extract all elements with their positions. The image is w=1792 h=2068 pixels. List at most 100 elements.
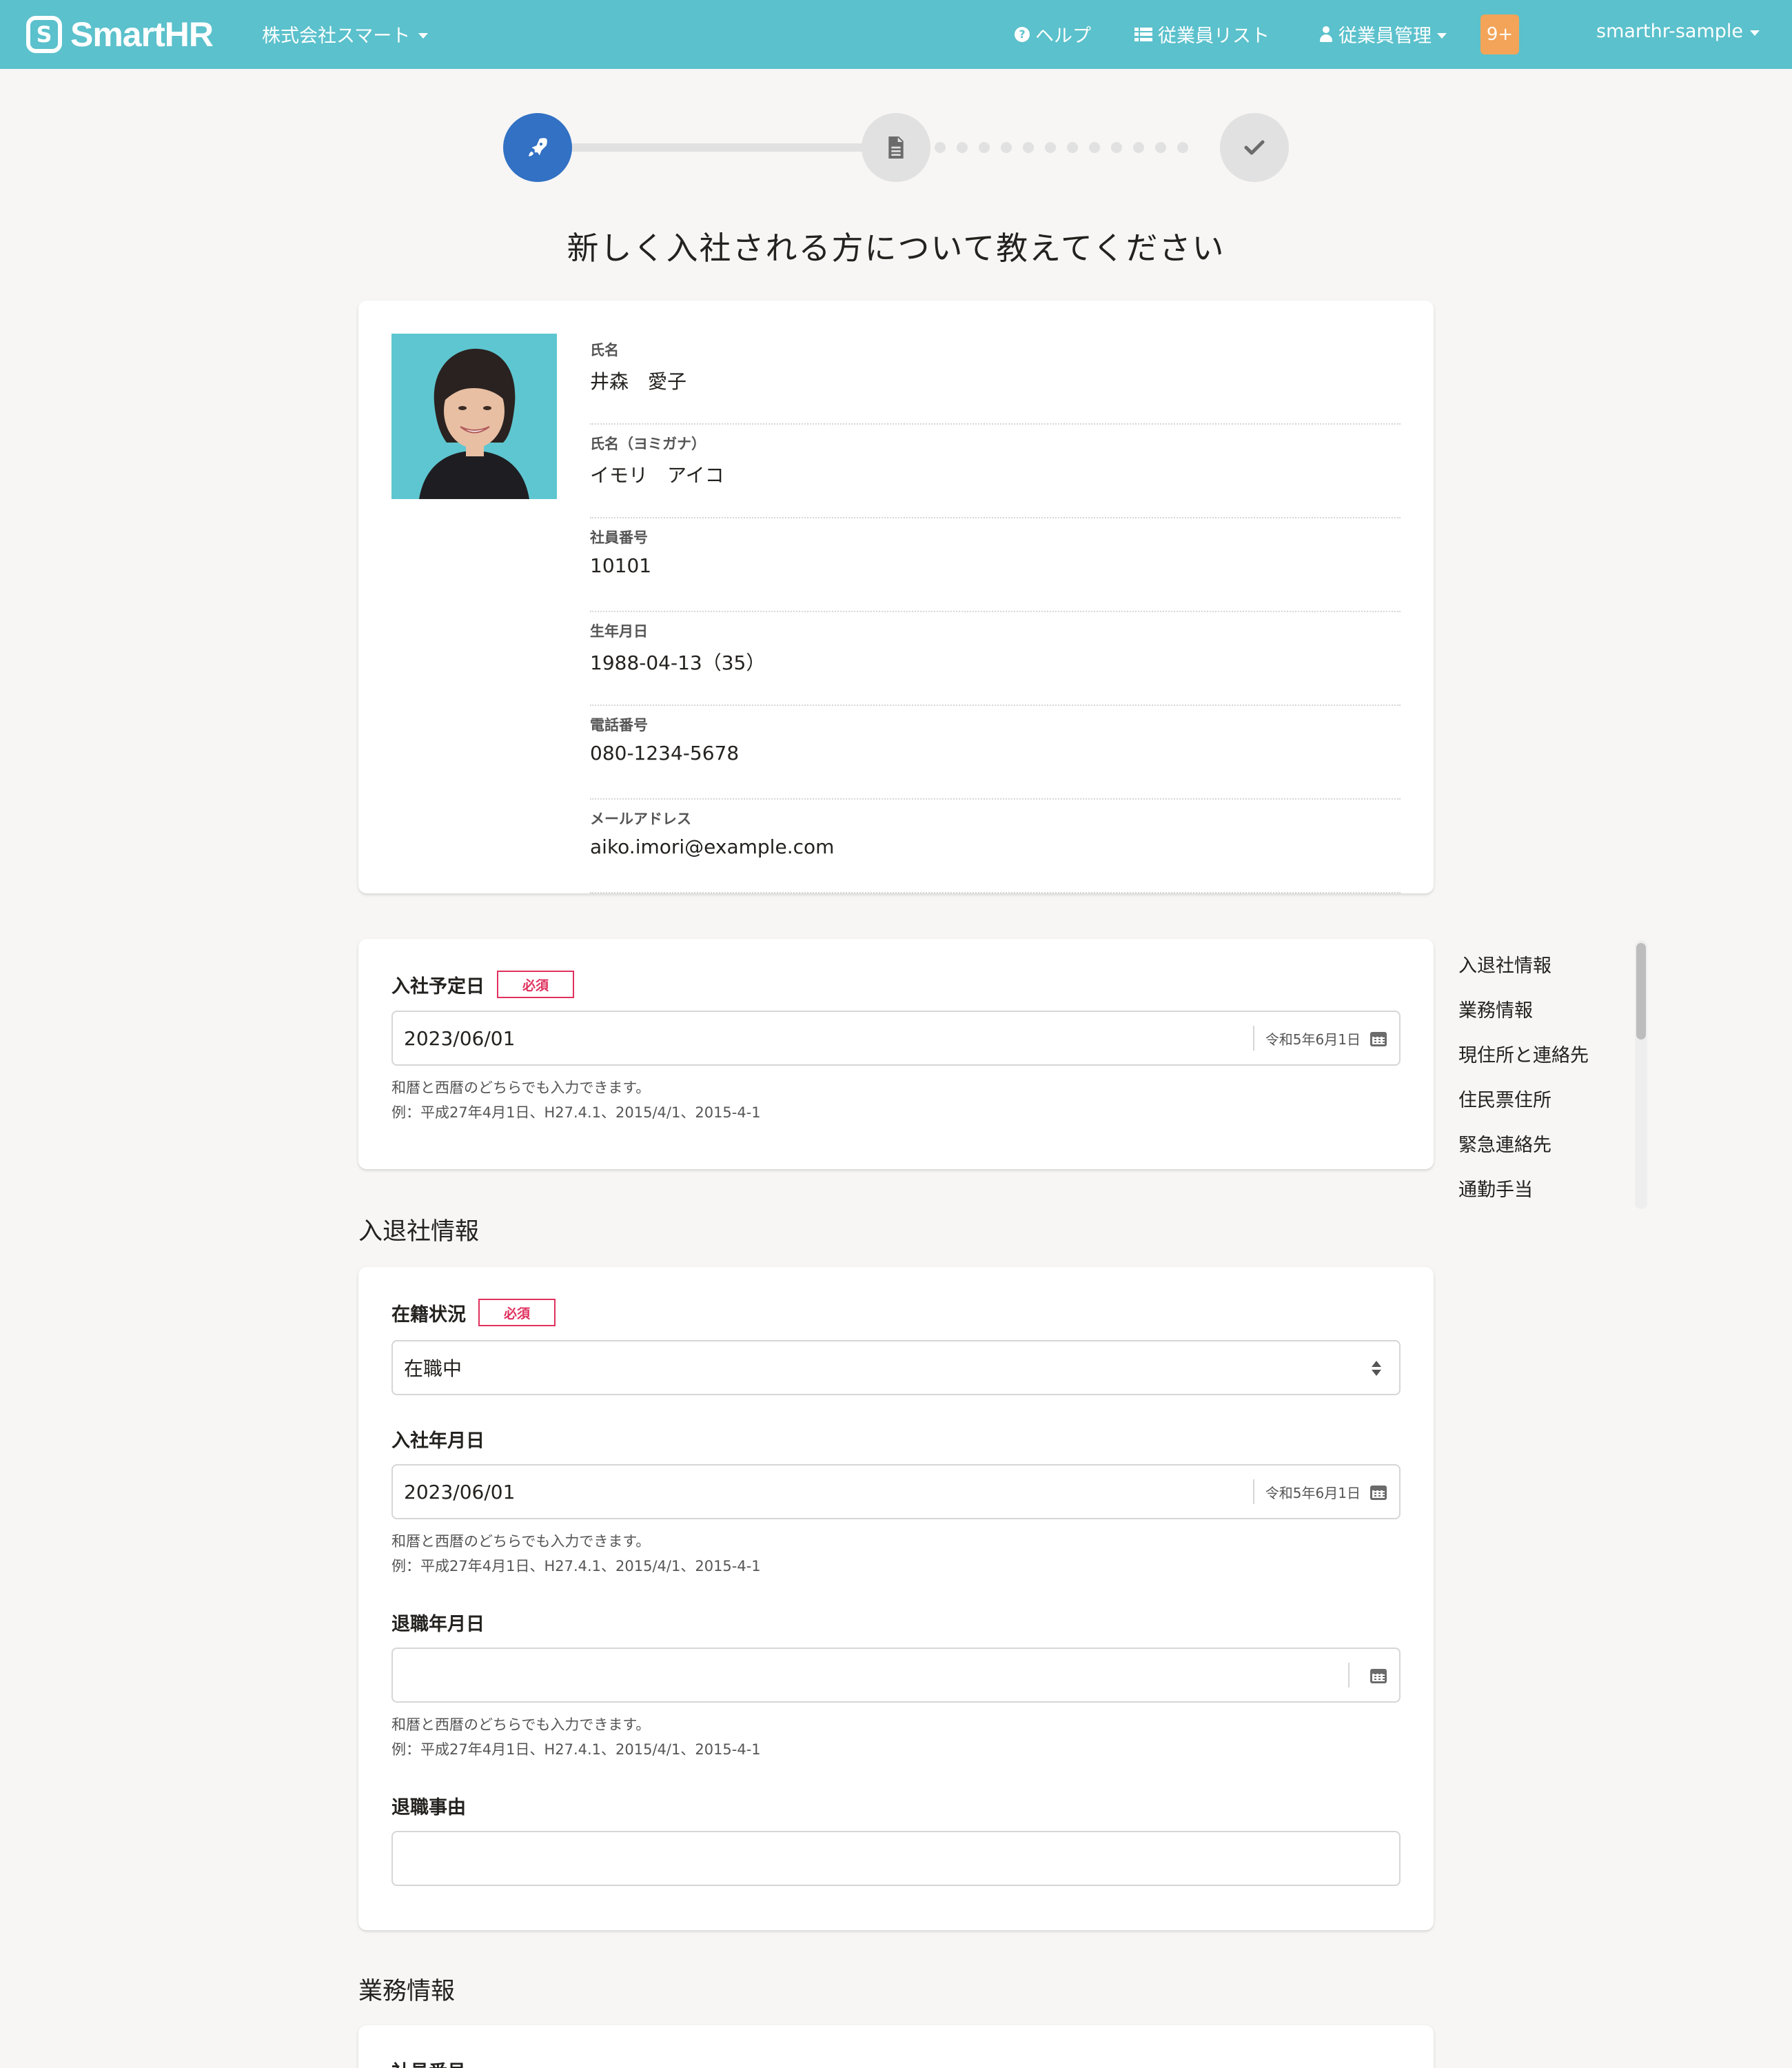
section-heading-work: 業務情報: [358, 1978, 456, 2005]
hint-example: 例：平成27年4月1日、H27.4.1、2015/4/1、2015-4-1: [391, 1558, 761, 1574]
calendar-icon[interactable]: [1370, 1030, 1387, 1046]
join-date-label: 入社年月日: [391, 1430, 485, 1452]
sort-arrows-icon: [1372, 1361, 1381, 1377]
field-value: イモリ アイコ: [590, 464, 724, 487]
hire-date-input[interactable]: 2023/06/01 令和5年6月1日: [391, 1011, 1401, 1066]
leave-date-label: 退職年月日: [391, 1614, 485, 1635]
hint-line: 和暦と西暦のどちらでも入力できます。: [391, 1716, 651, 1733]
join-date-input[interactable]: 2023/06/01 令和5年6月1日: [391, 1464, 1401, 1519]
hint-line: 和暦と西暦のどちらでも入力できます。: [391, 1079, 651, 1096]
date-side-panel: 令和5年6月1日: [1252, 1479, 1387, 1504]
help-label: ヘルプ: [1035, 26, 1091, 47]
side-nav-item-enrollment[interactable]: 入退社情報: [1458, 940, 1651, 985]
leave-reason-label: 退職事由: [391, 1797, 466, 1818]
leave-date-input[interactable]: [391, 1648, 1401, 1703]
hint-example: 例：平成27年4月1日、H27.4.1、2015/4/1、2015-4-1: [391, 1104, 761, 1121]
hint-example: 例：平成27年4月1日、H27.4.1、2015/4/1、2015-4-1: [391, 1741, 761, 1758]
leave-date-hint: 和暦と西暦のどちらでも入力できます。 例：平成27年4月1日、H27.4.1、2…: [391, 1712, 761, 1762]
date-side-panel: [1348, 1663, 1387, 1687]
hint-line: 和暦と西暦のどちらでも入力できます。: [391, 1533, 651, 1550]
profile-field-kana: 氏名（ヨミガナ） イモリ アイコ: [590, 425, 1401, 518]
side-nav-item-work[interactable]: 業務情報: [1458, 985, 1651, 1030]
progress-stepper: [503, 113, 1289, 182]
document-icon: [888, 136, 904, 159]
user-icon: [1319, 26, 1333, 43]
top-nav-bar: S SmartHR 株式会社スマート ? ヘルプ 従業員リスト 従業員管理 9+…: [0, 0, 1792, 69]
field-label: 生年月日: [590, 623, 648, 640]
date-side-panel: 令和5年6月1日: [1252, 1026, 1387, 1051]
employee-list-link[interactable]: 従業員リスト: [1134, 21, 1270, 48]
hire-date-label-row: 入社予定日 必須: [391, 971, 574, 998]
user-name: smarthr-sample: [1596, 21, 1743, 42]
logo-mark-icon: S: [26, 16, 62, 53]
required-badge: 必須: [478, 1299, 556, 1326]
field-value: 080-1234-5678: [590, 742, 740, 764]
field-value: 井森 愛子: [590, 370, 687, 393]
wareki-display: 令和5年6月1日: [1265, 1031, 1361, 1048]
profile-field-phone: 電話番号 080-1234-5678: [590, 706, 1401, 800]
employee-manage-label: 従業員管理: [1338, 26, 1432, 47]
question-circle-icon: ?: [1015, 26, 1030, 42]
user-menu[interactable]: smarthr-sample: [1596, 21, 1760, 42]
hire-date-value: 2023/06/01: [404, 1026, 516, 1050]
leave-reason-input[interactable]: [391, 1831, 1401, 1886]
profile-field-name: 氏名 井森 愛子: [590, 331, 1401, 425]
wareki-display: 令和5年6月1日: [1265, 1484, 1361, 1501]
hire-date-hint: 和暦と西暦のどちらでも入力できます。 例：平成27年4月1日、H27.4.1、2…: [391, 1075, 761, 1125]
field-label: メールアドレス: [590, 811, 691, 827]
list-icon: [1134, 27, 1152, 41]
required-badge: 必須: [497, 971, 574, 998]
rocket-icon: [529, 138, 547, 156]
field-label: 電話番号: [590, 717, 648, 733]
hire-date-label: 入社予定日: [391, 975, 485, 997]
employee-profile-card: 氏名 井森 愛子 氏名（ヨミガナ） イモリ アイコ 社員番号 10101 生年月…: [358, 301, 1434, 893]
profile-fields: 氏名 井森 愛子 氏名（ヨミガナ） イモリ アイコ 社員番号 10101 生年月…: [590, 331, 1401, 893]
status-value: 在職中: [404, 1357, 462, 1380]
company-name: 株式会社スマート: [262, 26, 411, 47]
profile-field-employee-number: 社員番号 10101: [590, 518, 1401, 612]
side-nav-item-emergency-contact[interactable]: 緊急連絡先: [1458, 1119, 1651, 1164]
work-card: 社員番号: [358, 2025, 1434, 2068]
caret-down-icon: [1437, 32, 1447, 39]
side-nav-item-commute[interactable]: 通勤手当: [1458, 1164, 1651, 1209]
field-label: 氏名（ヨミガナ）: [590, 436, 706, 452]
employee-manage-menu[interactable]: 従業員管理: [1319, 21, 1447, 48]
profile-field-email: メールアドレス aiko.imori@example.com: [590, 800, 1401, 893]
side-nav-scrollbar-thumb[interactable]: [1636, 943, 1646, 1040]
field-label: 社員番号: [590, 529, 648, 546]
field-value: 1988-04-13（35）: [590, 651, 766, 674]
step-dots: [935, 142, 1188, 153]
company-switcher[interactable]: 株式会社スマート: [262, 21, 429, 48]
profile-field-birthdate: 生年月日 1988-04-13（35）: [590, 612, 1401, 706]
enrollment-card: 在籍状況 必須 在職中 入社年月日 2023/06/01 令和5年6月1日 和暦…: [358, 1267, 1434, 1930]
field-label: 氏名: [590, 342, 619, 358]
field-value: 10101: [590, 554, 652, 577]
side-nav-item-address[interactable]: 現住所と連絡先: [1458, 1030, 1651, 1075]
status-select[interactable]: 在職中: [391, 1340, 1401, 1395]
calendar-icon[interactable]: [1370, 1483, 1387, 1500]
work-first-field-label: 社員番号: [391, 2057, 466, 2068]
status-label-row: 在籍状況 必須: [391, 1299, 556, 1326]
section-side-nav: 入退社情報 業務情報 現住所と連絡先 住民票住所 緊急連絡先 通勤手当: [1458, 940, 1651, 1209]
section-heading-enrollment: 入退社情報: [358, 1218, 480, 1246]
side-nav-item-resident-address[interactable]: 住民票住所: [1458, 1075, 1651, 1119]
caret-down-icon: [418, 32, 429, 39]
help-link[interactable]: ? ヘルプ: [1015, 21, 1091, 48]
employee-list-label: 従業員リスト: [1158, 26, 1270, 47]
logo-text: SmartHR: [70, 15, 214, 54]
calendar-icon[interactable]: [1370, 1667, 1387, 1683]
notification-badge[interactable]: 9+: [1480, 14, 1519, 54]
step-1-rocket: [503, 113, 572, 182]
page-title: 新しく入社される方について教えてください: [567, 230, 1225, 267]
check-icon: [1244, 140, 1265, 155]
join-date-value: 2023/06/01: [404, 1480, 516, 1503]
join-date-hint: 和暦と西暦のどちらでも入力できます。 例：平成27年4月1日、H27.4.1、2…: [391, 1529, 761, 1579]
status-label: 在籍状況: [391, 1304, 466, 1326]
caret-down-icon: [1750, 30, 1760, 36]
employee-photo: [391, 334, 557, 499]
step-connector: [569, 143, 866, 152]
smarthr-logo[interactable]: S SmartHR: [26, 15, 214, 54]
hire-date-card: 入社予定日 必須 2023/06/01 令和5年6月1日 和暦と西暦のどちらでも…: [358, 939, 1434, 1169]
step-2-document: [862, 113, 930, 182]
step-3-check: [1220, 113, 1289, 182]
